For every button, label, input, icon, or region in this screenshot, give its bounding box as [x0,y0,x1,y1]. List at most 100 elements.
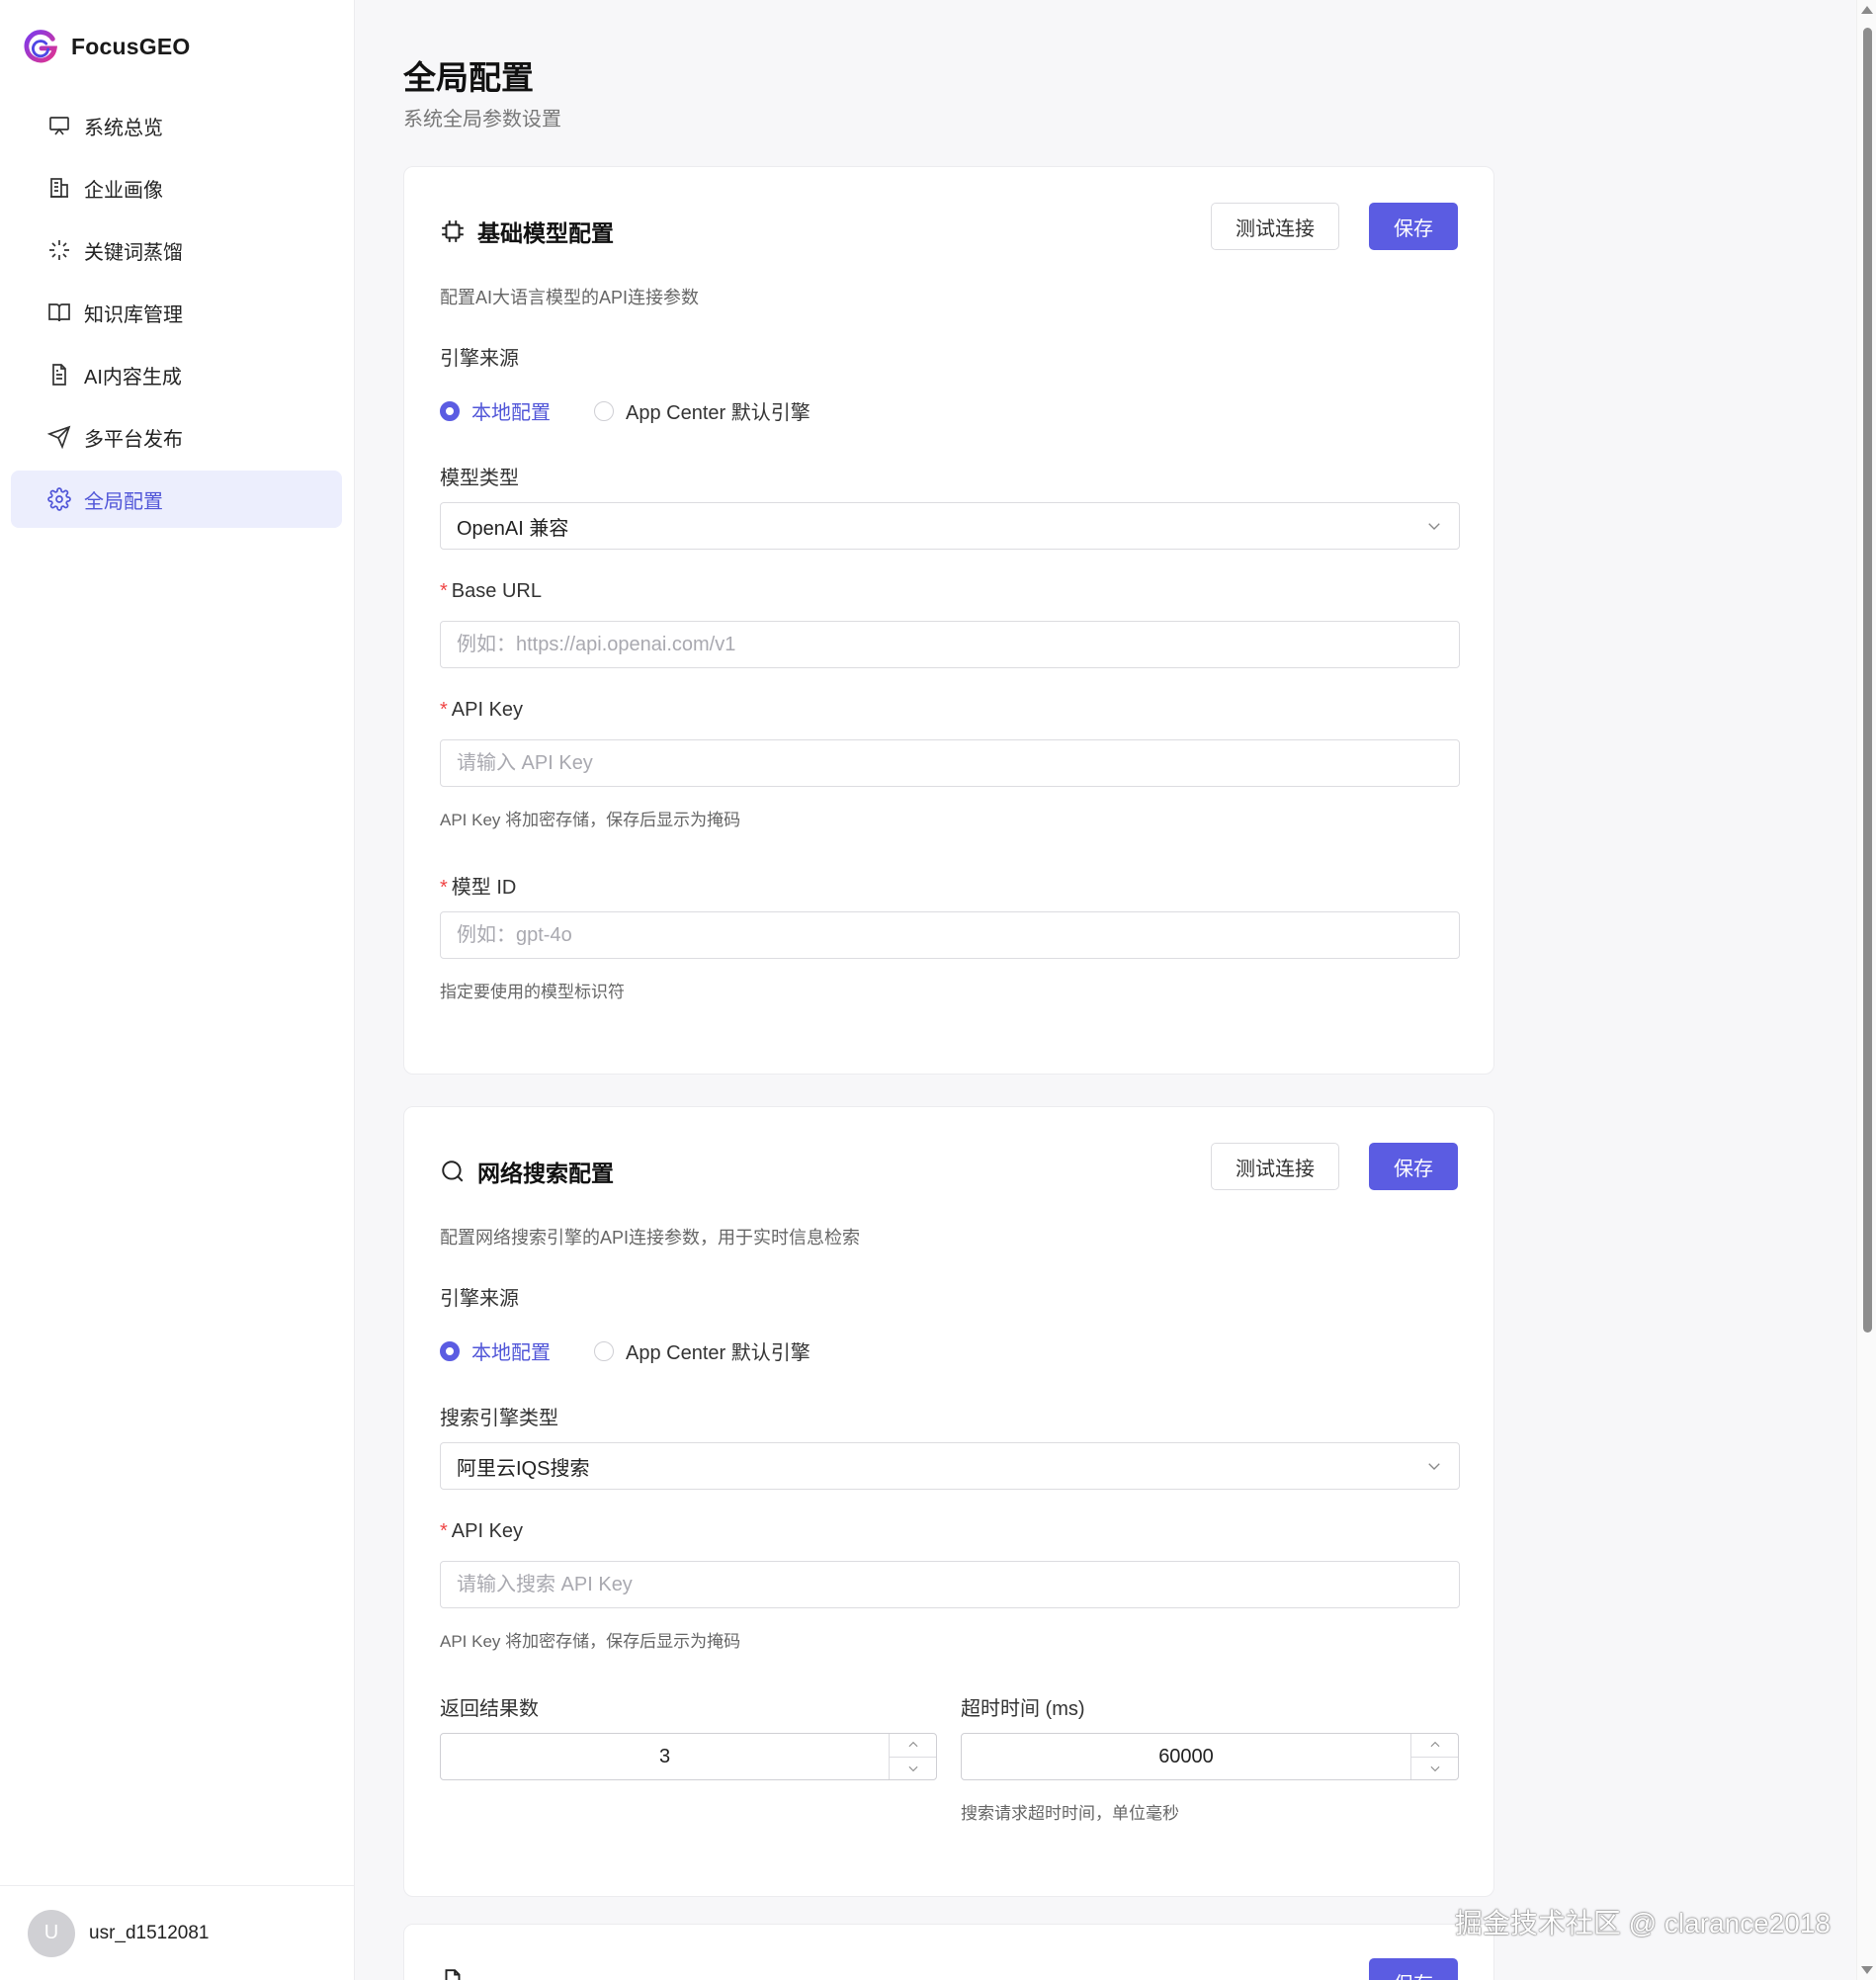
sidebar-item-enterprise-profile[interactable]: 企业画像 [11,159,342,216]
chevron-up-icon [908,1742,917,1748]
search-engine-type-select[interactable]: 阿里云IQS搜索 [440,1442,1460,1490]
timeout-stepper[interactable]: 60000 [961,1733,1459,1780]
timeout-hint: 搜索请求超时时间，单位毫秒 [961,1804,1179,1823]
api-key-hint: API Key 将加密存储，保存后显示为掩码 [440,811,741,829]
brand-name: FocusGEO [71,33,191,59]
card-header: 基础模型配置 [440,215,614,248]
page-scrollbar[interactable] [1856,0,1876,1980]
card-description: 配置AI大语言模型的API连接参数 [440,288,700,307]
save-button[interactable]: 保存 [1369,1143,1458,1190]
chip-icon [442,220,464,242]
sidebar-nav: 系统总览 企业画像 关键词蒸馏 知识库管理 AI内容生成 多平台发布 全局配置 [11,97,342,533]
sidebar-item-global-config[interactable]: 全局配置 [11,471,342,528]
scroll-down-arrow-icon[interactable] [1861,1966,1873,1974]
stepper-controls [1410,1734,1458,1779]
radio-label: App Center 默认引擎 [626,402,810,424]
radio-dot [594,400,614,421]
user-name: usr_d1512081 [89,1922,210,1943]
card-actions: 保存 [1369,1958,1458,1980]
sidebar-item-label: 系统总览 [84,117,163,139]
model-type-select[interactable]: OpenAI 兼容 [440,502,1460,550]
radio-app-center-engine[interactable]: App Center 默认引擎 [594,1336,810,1365]
model-id-hint: 指定要使用的模型标识符 [440,983,625,1001]
engine-source-radio-group: 本地配置 App Center 默认引擎 [440,396,854,425]
radio-dot [440,1340,460,1361]
radio-label: 本地配置 [471,402,551,424]
select-value: 阿里云IQS搜索 [457,1457,590,1480]
sidebar-item-label: 全局配置 [84,490,163,513]
radio-dot [440,400,460,421]
required-mark: * [440,1520,448,1542]
chevron-down-icon [1428,523,1440,530]
radio-local-config[interactable]: 本地配置 [440,1336,551,1365]
increment-button[interactable] [1411,1734,1458,1757]
scroll-up-arrow-icon[interactable] [1861,6,1873,14]
decrement-button[interactable] [1411,1756,1458,1780]
document-icon [46,362,72,387]
chevron-down-icon [1428,1463,1440,1470]
app-root: FocusGEO 系统总览 企业画像 关键词蒸馏 知识库管理 AI内容生成 多平… [0,0,1876,1980]
model-id-input[interactable] [440,911,1460,959]
search-api-key-input[interactable] [440,1561,1460,1608]
watermark: 掘金技术社区 @ clarance2018 [1454,1908,1831,1938]
brand[interactable]: FocusGEO [22,28,190,65]
radio-app-center-engine[interactable]: App Center 默认引擎 [594,396,810,425]
document-icon [445,1969,461,1980]
sidebar-item-overview[interactable]: 系统总览 [11,97,342,154]
radio-label: 本地配置 [471,1342,551,1364]
required-mark: * [440,580,448,602]
radio-local-config[interactable]: 本地配置 [440,396,551,425]
search-engine-type-label: 搜索引擎类型 [440,1408,558,1429]
sidebar-item-label: AI内容生成 [84,366,182,388]
user-bar[interactable]: U usr_d1512081 [0,1885,355,1980]
base-url-label: * Base URL [440,580,542,602]
timeout-label: 超时时间 (ms) [961,1698,1085,1720]
required-mark: * [440,699,448,721]
test-connection-button[interactable]: 测试连接 [1211,1143,1339,1190]
base-url-input[interactable] [440,621,1460,668]
model-type-label: 模型类型 [440,468,519,489]
model-config-card: 基础模型配置 测试连接 保存 配置AI大语言模型的API连接参数 引擎来源 本地… [403,166,1494,1075]
stepper-value[interactable]: 60000 [962,1734,1410,1779]
chevron-up-icon [1430,1742,1439,1748]
third-config-card: 保存 [403,1924,1494,1980]
sidebar: FocusGEO 系统总览 企业画像 关键词蒸馏 知识库管理 AI内容生成 多平… [0,0,355,1980]
brand-logo-icon [24,30,58,63]
chevron-down-icon [908,1765,917,1771]
sidebar-item-label: 关键词蒸馏 [84,241,183,264]
sidebar-item-ai-content[interactable]: AI内容生成 [11,346,342,403]
sidebar-item-label: 知识库管理 [84,303,183,326]
api-key-input[interactable] [440,739,1460,787]
page-title: 全局配置 [403,59,534,96]
chevron-down-icon [1430,1765,1439,1771]
card-header: 网络搜索配置 [440,1155,614,1188]
sidebar-item-knowledge-base[interactable]: 知识库管理 [11,284,342,341]
card-actions: 测试连接 保存 [1211,1143,1458,1190]
sparkle-icon [46,237,72,263]
card-title: 基础模型配置 [477,220,614,246]
gear-icon [46,486,72,512]
card-actions: 测试连接 保存 [1211,203,1458,250]
sidebar-item-multi-publish[interactable]: 多平台发布 [11,408,342,466]
api-key-label: * API Key [440,1520,524,1542]
increment-button[interactable] [890,1734,936,1757]
result-count-stepper[interactable]: 3 [440,1733,937,1780]
model-id-label: * 模型 ID [440,877,517,899]
card-title: 网络搜索配置 [477,1161,614,1186]
save-button[interactable]: 保存 [1369,203,1458,250]
sidebar-item-keyword-distill[interactable]: 关键词蒸馏 [11,221,342,279]
search-config-card: 网络搜索配置 测试连接 保存 配置网络搜索引擎的API连接参数，用于实时信息检索… [403,1106,1494,1897]
card-description: 配置网络搜索引擎的API连接参数，用于实时信息检索 [440,1228,861,1248]
radio-dot [594,1340,614,1361]
engine-source-radio-group: 本地配置 App Center 默认引擎 [440,1336,854,1365]
stepper-value[interactable]: 3 [441,1734,889,1779]
avatar[interactable]: U [28,1909,75,1957]
select-value: OpenAI 兼容 [457,517,569,540]
sidebar-item-label: 多平台发布 [84,428,183,451]
scrollbar-thumb[interactable] [1863,28,1872,1333]
radio-label: App Center 默认引擎 [626,1342,810,1364]
test-connection-button[interactable]: 测试连接 [1211,203,1339,250]
save-button[interactable]: 保存 [1369,1958,1458,1980]
decrement-button[interactable] [890,1756,936,1780]
engine-source-label: 引擎来源 [440,1288,519,1310]
